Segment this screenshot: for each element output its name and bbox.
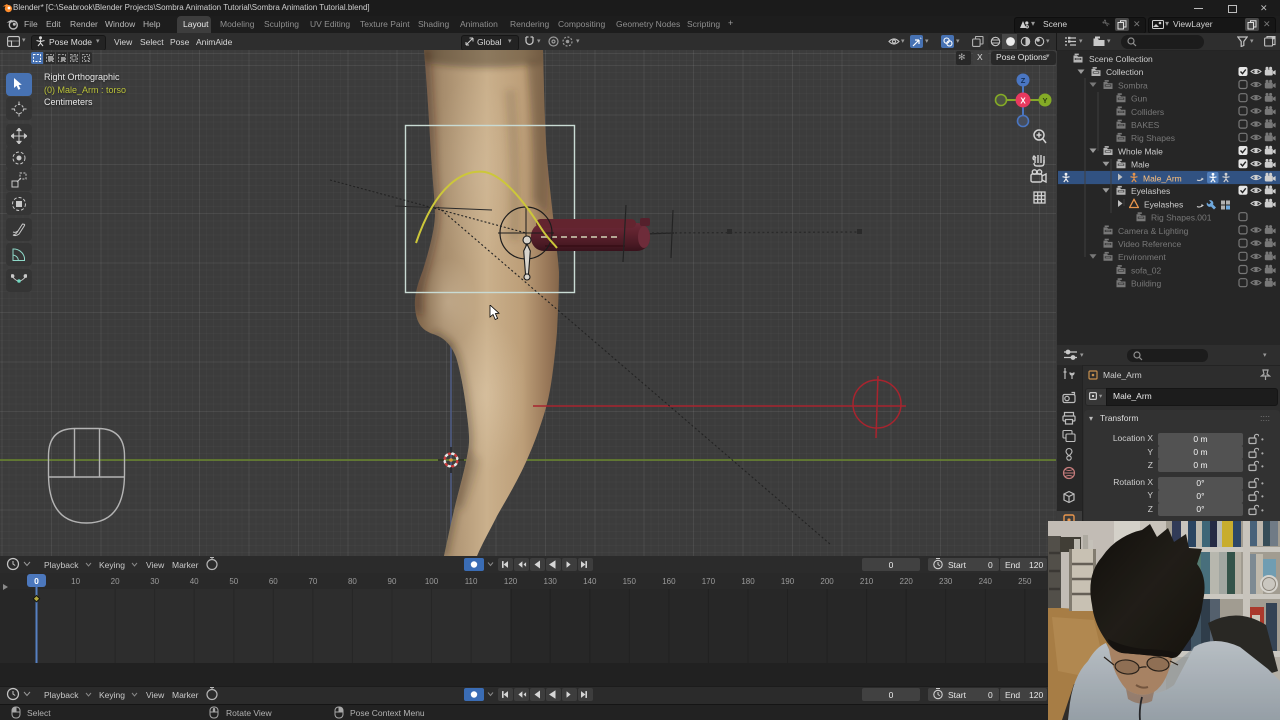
svg-text:Rig Shapes.001: Rig Shapes.001 <box>1151 213 1212 223</box>
svg-text:Collection: Collection <box>1106 67 1144 77</box>
svg-text:Start: Start <box>948 560 967 570</box>
svg-text:Marker: Marker <box>172 560 199 570</box>
svg-text:20: 20 <box>111 577 120 586</box>
svg-text:Eyelashes: Eyelashes <box>1144 199 1183 209</box>
svg-text:Video Reference: Video Reference <box>1118 239 1181 249</box>
svg-text:sofa_02: sofa_02 <box>1131 265 1162 275</box>
svg-text:Scene Collection: Scene Collection <box>1089 54 1153 64</box>
svg-text:40: 40 <box>190 577 199 586</box>
svg-text:Gun: Gun <box>1131 94 1147 104</box>
svg-text:60: 60 <box>269 577 278 586</box>
svg-text:Keying: Keying <box>99 690 125 700</box>
svg-text:220: 220 <box>900 577 914 586</box>
svg-text:View: View <box>146 690 165 700</box>
svg-text:190: 190 <box>781 577 795 586</box>
svg-text:Playback: Playback <box>44 690 79 700</box>
svg-text:Colliders: Colliders <box>1131 107 1164 117</box>
svg-text:240: 240 <box>979 577 993 586</box>
svg-text:0: 0 <box>889 560 894 570</box>
svg-text:Eyelashes: Eyelashes <box>1131 186 1170 196</box>
svg-text:180: 180 <box>741 577 755 586</box>
svg-text:Keying: Keying <box>99 560 125 570</box>
svg-text:130: 130 <box>544 577 558 586</box>
svg-text:View: View <box>146 560 165 570</box>
svg-text:X: X <box>1020 97 1026 106</box>
svg-text:200: 200 <box>820 577 834 586</box>
svg-text:Sombra: Sombra <box>1118 80 1148 90</box>
svg-text:170: 170 <box>702 577 716 586</box>
svg-text:Environment: Environment <box>1118 252 1166 262</box>
svg-text:End: End <box>1005 560 1020 570</box>
svg-text:End: End <box>1005 690 1020 700</box>
svg-text:140: 140 <box>583 577 597 586</box>
svg-text:0: 0 <box>889 690 894 700</box>
svg-text:90: 90 <box>388 577 397 586</box>
svg-text:70: 70 <box>308 577 317 586</box>
svg-text:120: 120 <box>1029 560 1043 570</box>
svg-text:Male: Male <box>1131 160 1150 170</box>
svg-text:Z: Z <box>1021 76 1026 85</box>
svg-text:0: 0 <box>988 560 993 570</box>
svg-text:80: 80 <box>348 577 357 586</box>
svg-text:Playback: Playback <box>44 560 79 570</box>
svg-text:10: 10 <box>71 577 80 586</box>
svg-text:Whole Male: Whole Male <box>1118 146 1163 156</box>
svg-text:250: 250 <box>1018 577 1032 586</box>
svg-text:Start: Start <box>948 690 967 700</box>
svg-text:Pose Context Menu: Pose Context Menu <box>350 708 425 718</box>
svg-text:Select: Select <box>27 708 51 718</box>
svg-text:30: 30 <box>150 577 159 586</box>
svg-text:160: 160 <box>662 577 676 586</box>
svg-text:50: 50 <box>229 577 238 586</box>
svg-text:0: 0 <box>988 690 993 700</box>
svg-text:150: 150 <box>623 577 637 586</box>
svg-text:120: 120 <box>1029 690 1043 700</box>
svg-text:Marker: Marker <box>172 690 199 700</box>
svg-text:210: 210 <box>860 577 874 586</box>
svg-text:100: 100 <box>425 577 439 586</box>
svg-text:120: 120 <box>504 577 518 586</box>
svg-text:Rotate View: Rotate View <box>226 708 273 718</box>
svg-text:Camera & Lighting: Camera & Lighting <box>1118 226 1189 236</box>
svg-text:Building: Building <box>1131 279 1162 289</box>
svg-text:Rig Shapes: Rig Shapes <box>1131 133 1175 143</box>
svg-text:Male_Arm: Male_Arm <box>1143 173 1182 183</box>
svg-text:BAKES: BAKES <box>1131 120 1160 130</box>
svg-text:230: 230 <box>939 577 953 586</box>
svg-text:Y: Y <box>1042 96 1047 105</box>
svg-text:0: 0 <box>34 576 39 586</box>
svg-text:110: 110 <box>465 577 478 586</box>
